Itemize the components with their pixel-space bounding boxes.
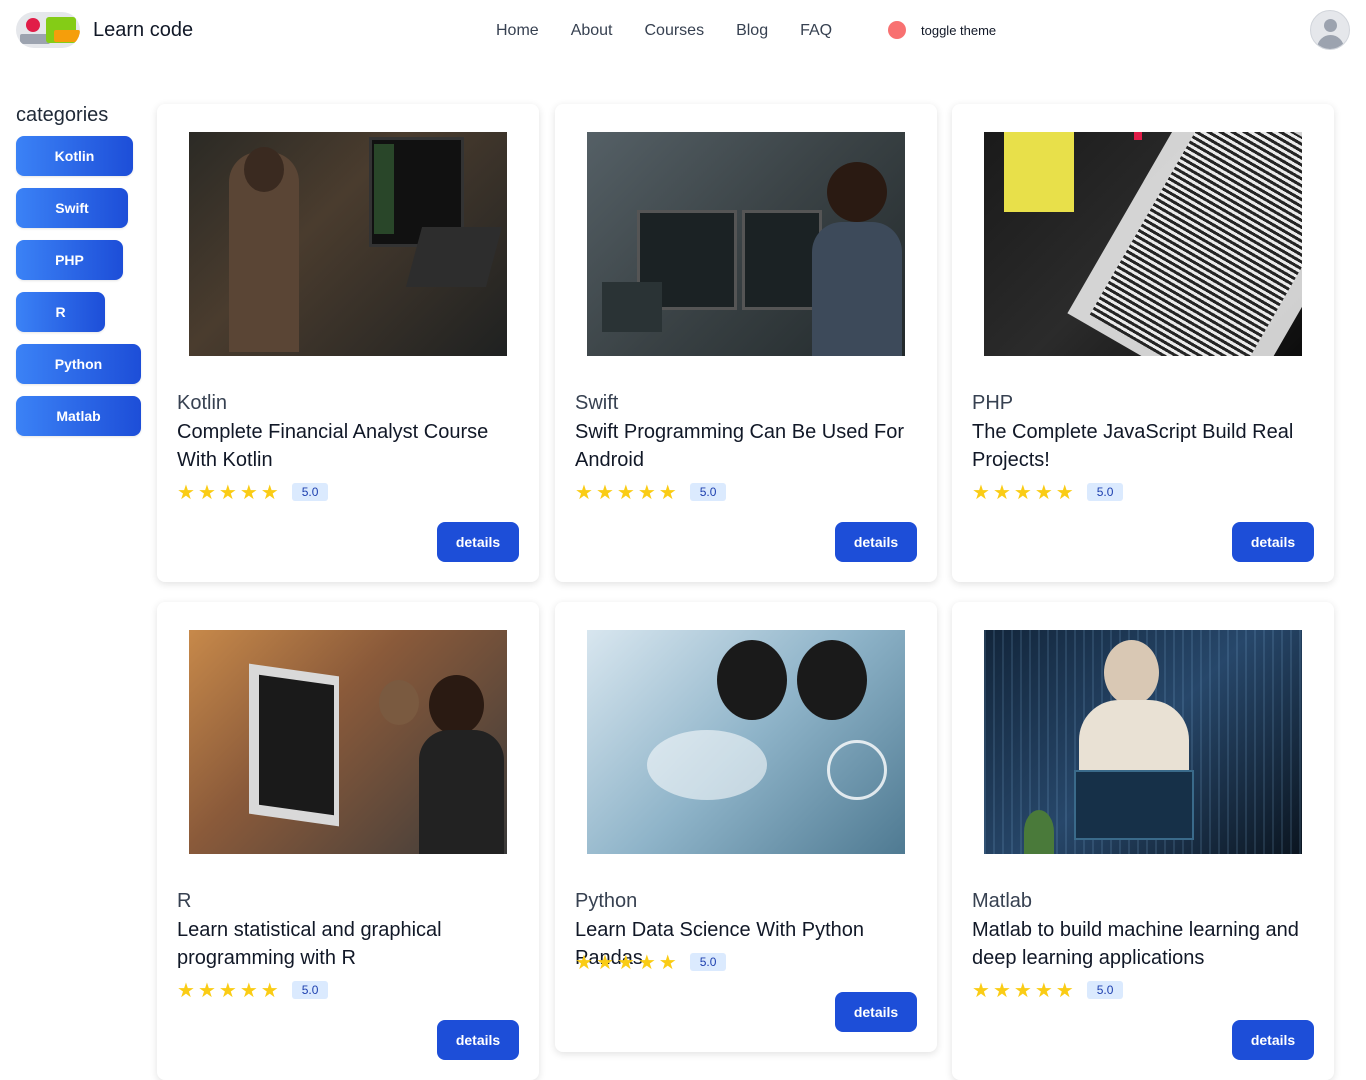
- nav-courses[interactable]: Courses: [645, 22, 705, 40]
- category-php-button[interactable]: PHP: [16, 240, 123, 280]
- course-card: Swift Swift Programming Can Be Used For …: [555, 104, 937, 582]
- rating-badge: 5.0: [1086, 483, 1124, 501]
- star-icon: ★: [239, 480, 258, 504]
- theme-toggle-icon[interactable]: [888, 21, 906, 39]
- star-icon: ★: [575, 480, 593, 504]
- star-icon: ★: [992, 978, 1011, 1002]
- course-card: PHP The Complete JavaScript Build Real P…: [952, 104, 1334, 582]
- details-button[interactable]: details: [835, 522, 917, 562]
- course-category: Python: [575, 890, 638, 912]
- user-icon-body: [1317, 35, 1344, 49]
- course-image: [587, 132, 905, 356]
- star-icon: ★: [972, 978, 990, 1002]
- course-category: Swift: [575, 392, 619, 414]
- category-swift-button[interactable]: Swift: [16, 188, 128, 228]
- course-title[interactable]: Learn statistical and graphical programm…: [177, 916, 527, 972]
- star-icon: ★: [637, 480, 656, 504]
- brand-title[interactable]: Learn code: [93, 19, 193, 42]
- course-card: Python Learn Data Science With Python Pa…: [555, 602, 937, 1052]
- logo[interactable]: [16, 12, 80, 48]
- rating-stars: ★ ★ ★ ★ ★ 5.0: [177, 978, 329, 1002]
- rating-badge: 5.0: [291, 483, 329, 501]
- logo-apple-shape: [26, 18, 40, 32]
- rating-badge: 5.0: [291, 981, 329, 999]
- star-icon: ★: [575, 950, 593, 974]
- rating-stars: ★ ★ ★ ★ ★ 5.0: [972, 480, 1124, 504]
- star-icon: ★: [239, 978, 258, 1002]
- details-button[interactable]: details: [437, 522, 519, 562]
- course-category: PHP: [972, 392, 1014, 414]
- course-image: [189, 630, 507, 854]
- course-title[interactable]: Matlab to build machine learning and dee…: [972, 916, 1322, 972]
- star-icon: ★: [1013, 480, 1032, 504]
- rating-badge: 5.0: [689, 483, 727, 501]
- course-title[interactable]: The Complete JavaScript Build Real Proje…: [972, 418, 1322, 474]
- star-icon: ★: [658, 480, 677, 504]
- star-icon: ★: [177, 480, 195, 504]
- details-button[interactable]: details: [835, 992, 917, 1032]
- course-category: Matlab: [972, 890, 1033, 912]
- star-icon: ★: [260, 978, 279, 1002]
- rating-stars: ★ ★ ★ ★ ★ 5.0: [575, 950, 727, 974]
- star-icon: ★: [637, 950, 656, 974]
- categories-title: categories: [16, 104, 109, 126]
- star-icon: ★: [1034, 480, 1053, 504]
- star-icon: ★: [658, 950, 677, 974]
- star-icon: ★: [595, 480, 614, 504]
- course-image: [587, 630, 905, 854]
- category-python-button[interactable]: Python: [16, 344, 141, 384]
- category-r-button[interactable]: R: [16, 292, 105, 332]
- course-category: Kotlin: [177, 392, 228, 414]
- nav-blog[interactable]: Blog: [736, 22, 768, 40]
- star-icon: ★: [595, 950, 614, 974]
- rating-stars: ★ ★ ★ ★ ★ 5.0: [575, 480, 727, 504]
- star-icon: ★: [1055, 978, 1074, 1002]
- course-title[interactable]: Complete Financial Analyst Course With K…: [177, 418, 527, 474]
- course-card: Matlab Matlab to build machine learning …: [952, 602, 1334, 1080]
- star-icon: ★: [218, 978, 237, 1002]
- category-kotlin-button[interactable]: Kotlin: [16, 136, 133, 176]
- rating-badge: 5.0: [689, 953, 727, 971]
- course-image: [189, 132, 507, 356]
- star-icon: ★: [260, 480, 279, 504]
- star-icon: ★: [1034, 978, 1053, 1002]
- details-button[interactable]: details: [437, 1020, 519, 1060]
- course-card: Kotlin Complete Financial Analyst Course…: [157, 104, 539, 582]
- star-icon: ★: [1055, 480, 1074, 504]
- star-icon: ★: [992, 480, 1011, 504]
- course-card: R Learn statistical and graphical progra…: [157, 602, 539, 1080]
- course-image: [984, 630, 1302, 854]
- rating-stars: ★ ★ ★ ★ ★ 5.0: [972, 978, 1124, 1002]
- avatar[interactable]: [1310, 10, 1350, 50]
- main-nav: Home About Courses Blog FAQ: [496, 22, 864, 40]
- star-icon: ★: [972, 480, 990, 504]
- star-icon: ★: [1013, 978, 1032, 1002]
- nav-home[interactable]: Home: [496, 22, 539, 40]
- star-icon: ★: [218, 480, 237, 504]
- star-icon: ★: [616, 480, 635, 504]
- rating-badge: 5.0: [1086, 981, 1124, 999]
- star-icon: ★: [616, 950, 635, 974]
- star-icon: ★: [177, 978, 195, 1002]
- star-icon: ★: [197, 480, 216, 504]
- details-button[interactable]: details: [1232, 1020, 1314, 1060]
- star-icon: ★: [197, 978, 216, 1002]
- theme-toggle-label[interactable]: toggle theme: [921, 23, 996, 38]
- course-category: R: [177, 890, 192, 912]
- nav-faq[interactable]: FAQ: [800, 22, 832, 40]
- nav-about[interactable]: About: [571, 22, 613, 40]
- course-image: [984, 132, 1302, 356]
- rating-stars: ★ ★ ★ ★ ★ 5.0: [177, 480, 329, 504]
- logo-sign-shape-2: [54, 30, 80, 42]
- user-icon-head: [1324, 19, 1337, 32]
- header: Learn code Home About Courses Blog FAQ t…: [0, 0, 1366, 62]
- course-title[interactable]: Swift Programming Can Be Used For Androi…: [575, 418, 925, 474]
- category-matlab-button[interactable]: Matlab: [16, 396, 141, 436]
- details-button[interactable]: details: [1232, 522, 1314, 562]
